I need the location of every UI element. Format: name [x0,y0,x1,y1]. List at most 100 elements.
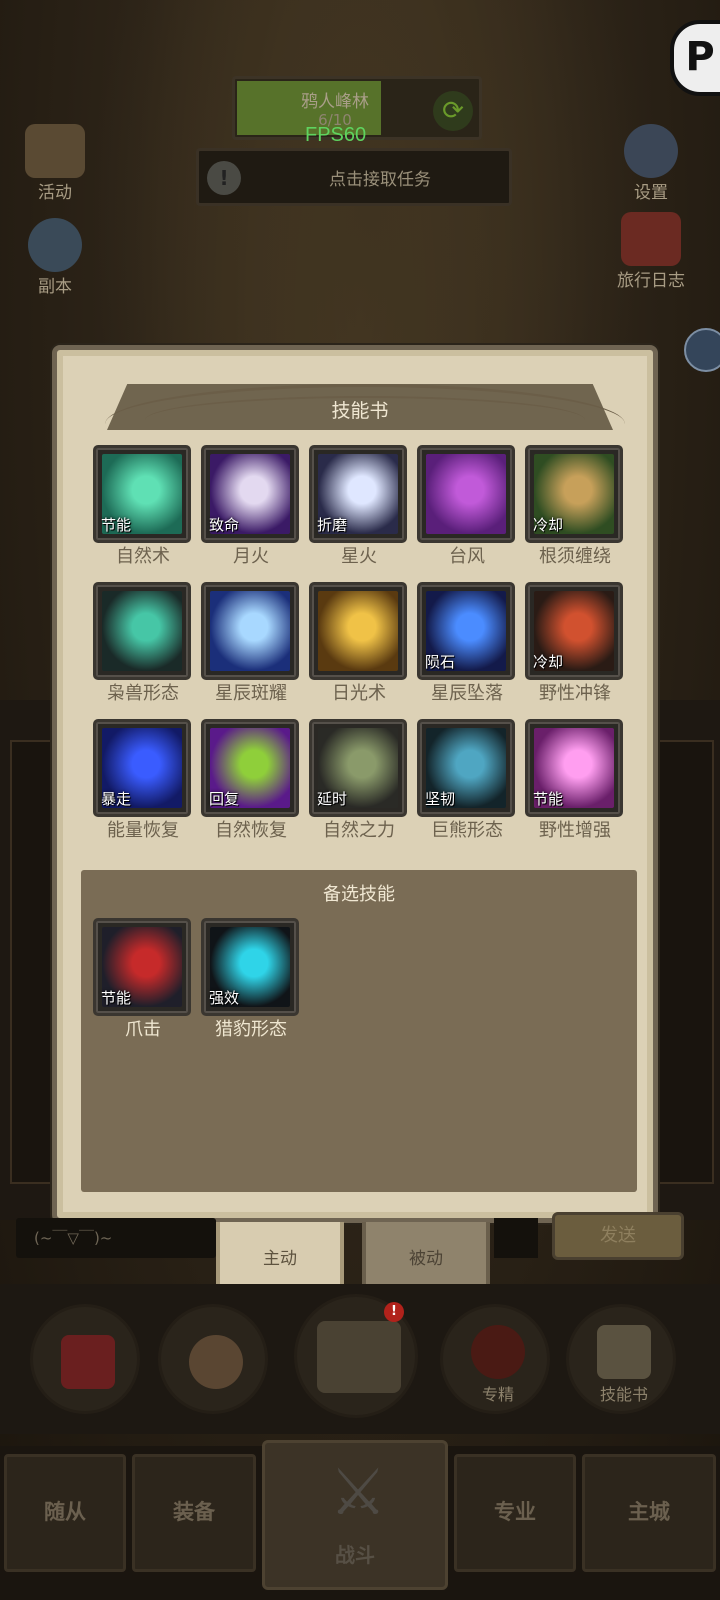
skill-frame [417,445,515,543]
skill-frame: 节能 [525,719,623,817]
skill-card[interactable]: 折磨 星火 [309,445,409,575]
skill-frame: 折磨 [309,445,407,543]
bottom-nav: 随从 装备 ⚔ 战斗 专业 主城 [0,1440,720,1600]
skill-tag: 回复 [209,790,240,808]
bread-icon [189,1335,243,1389]
specialization-label: 专精 [481,1385,514,1404]
zone-name: 鸦人峰林 [301,92,369,112]
skill-art-icon [210,591,290,671]
nav-equipment[interactable]: 装备 [132,1454,256,1572]
skill-tag: 冷却 [533,516,564,534]
skill-card[interactable]: 星辰斑耀 [201,582,301,712]
skill-book-button[interactable]: 技能书 [566,1304,676,1414]
skill-card[interactable]: 节能野性增强 [525,719,625,849]
fps-counter: FPS60 [305,124,367,146]
alternate-skills-section: 备选技能 节能 爪击 强效猎豹形态 [81,870,637,1192]
travel-log-label: 旅行日志 [617,271,685,291]
skill-name: 野性增强 [539,820,611,841]
skill-name: 星辰斑耀 [215,683,287,704]
skill-tag: 冷却 [533,653,564,671]
skill-frame: 陨石 [417,582,515,680]
skill-frame: 延时 [309,719,407,817]
skill-tag: 强效 [209,989,240,1007]
bread-button[interactable] [158,1304,268,1414]
potion-button[interactable] [30,1304,140,1414]
skill-art-icon [426,454,506,534]
travel-log-button[interactable]: 旅行日志 [606,212,696,291]
skill-card[interactable]: 延时 自然之力 [309,719,409,849]
skill-frame: 冷却 [525,445,623,543]
skill-name: 野性冲锋 [539,683,611,704]
skill-book-label: 技能书 [599,1385,648,1404]
skill-card[interactable]: 节能自然术 [93,445,193,575]
skill-frame [309,582,407,680]
specialization-button[interactable]: 专精 [440,1304,550,1414]
app-logo-icon[interactable]: P [670,20,720,96]
potion-icon [61,1335,115,1389]
skill-card[interactable]: 强效猎豹形态 [201,918,301,1048]
settings-button[interactable]: 设置 [606,124,696,203]
skill-name: 根须缠绕 [539,546,611,567]
activity-button[interactable]: 活动 [10,124,100,203]
skill-tag: 节能 [101,516,132,534]
quest-bar[interactable]: ! 点击接取任务 [196,148,512,206]
send-button[interactable]: 发送 [552,1212,684,1260]
skill-name: 日光术 [332,683,386,704]
skill-card[interactable]: 日光术 [309,582,409,712]
skill-name: 星辰坠落 [431,683,503,704]
skill-frame: 节能 [93,445,191,543]
activity-icon [25,124,85,178]
skill-frame: 坚韧 [417,719,515,817]
nav-battle[interactable]: ⚔ 战斗 [262,1440,448,1590]
skill-name: 台风 [449,546,485,567]
skill-art-icon [102,591,182,671]
dialog-title: 技能书 [331,400,389,422]
skill-card[interactable]: 台风 [417,445,517,575]
gear-icon [624,124,678,178]
skill-name: 猎豹形态 [215,1019,287,1040]
settings-label: 设置 [634,183,668,203]
skill-card[interactable]: 坚韧巨熊形态 [417,719,517,849]
skill-frame: 节能 [93,918,191,1016]
nav-main-city[interactable]: 主城 [582,1454,716,1572]
skill-frame: 强效 [201,918,299,1016]
skill-name: 能量恢复 [107,820,179,841]
skill-tag: 坚韧 [425,790,456,808]
skill-name: 巨熊形态 [431,820,503,841]
skill-card[interactable]: 回复 自然恢复 [201,719,301,849]
skill-frame [93,582,191,680]
dungeon-icon [28,218,82,272]
travel-log-icon [621,212,681,266]
skill-card[interactable]: 节能 爪击 [93,918,193,1048]
refresh-icon[interactable]: ⟳ [433,91,473,131]
dungeon-button[interactable]: 副本 [10,218,100,297]
skill-frame: 回复 [201,719,299,817]
nav-battle-label: 战斗 [335,1543,375,1567]
nav-profession[interactable]: 专业 [454,1454,576,1572]
quest-text: 点击接取任务 [329,170,431,190]
skill-card[interactable]: 冷却野性冲锋 [525,582,625,712]
side-bubble-icon[interactable] [684,328,720,372]
action-row: 专精 技能书 [0,1284,720,1434]
skill-card[interactable]: 陨石 星辰坠落 [417,582,517,712]
skill-card[interactable]: 致命 月火 [201,445,301,575]
skill-tag: 暴走 [101,790,132,808]
alternate-skills-title: 备选技能 [323,884,395,905]
notification-badge: ! [384,1302,404,1322]
alert-icon: ! [207,161,241,195]
nav-followers[interactable]: 随从 [4,1454,126,1572]
skill-tag: 节能 [101,989,132,1007]
skill-card[interactable]: 枭兽形态 [93,582,193,712]
skill-book-icon [597,1325,651,1379]
skill-frame: 暴走 [93,719,191,817]
dungeon-label: 副本 [38,277,72,297]
skill-tag: 节能 [533,790,564,808]
skill-card[interactable]: 暴走能量恢复 [93,719,193,849]
skill-card[interactable]: 冷却根须缠绕 [525,445,625,575]
skill-tag: 致命 [209,516,240,534]
skill-name: 自然术 [116,546,170,567]
skill-name: 枭兽形态 [107,683,179,704]
crossed-swords-icon: ⚔ [329,1456,387,1530]
chat-input[interactable]: (~￣▽￣)~ [16,1218,216,1258]
skill-name: 自然之力 [323,820,395,841]
